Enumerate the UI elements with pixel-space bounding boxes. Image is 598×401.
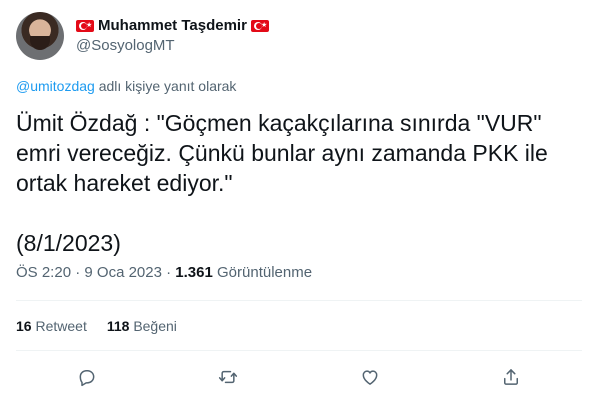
turkey-flag-icon: ★ bbox=[250, 20, 269, 32]
action-bar bbox=[16, 358, 582, 396]
retweet-stat-label: Retweet bbox=[35, 318, 87, 334]
avatar[interactable] bbox=[16, 12, 64, 60]
tweet-time[interactable]: ÖS 2:20 bbox=[16, 264, 71, 281]
author-handle[interactable]: @SosyologMT bbox=[76, 36, 269, 56]
tweet-meta: ÖS 2:20 · 9 Oca 2023 · 1.361 Görüntülenm… bbox=[16, 264, 312, 281]
divider bbox=[16, 300, 582, 301]
like-button[interactable] bbox=[352, 359, 388, 395]
meta-separator: · bbox=[75, 264, 81, 281]
tweet-header: ★ Muhammet Taşdemir ★ @SosyologMT bbox=[16, 12, 269, 60]
retweet-count: 16 bbox=[16, 318, 32, 334]
reply-mention-link[interactable]: @umitozdag bbox=[16, 78, 95, 94]
reply-button[interactable] bbox=[69, 359, 105, 395]
like-stat[interactable]: 118 Beğeni bbox=[107, 318, 177, 334]
author-name-row[interactable]: ★ Muhammet Taşdemir ★ bbox=[76, 16, 269, 36]
tweet-date[interactable]: 9 Oca 2023 bbox=[84, 264, 162, 281]
like-count: 118 bbox=[106, 318, 130, 334]
share-icon bbox=[504, 369, 519, 385]
meta-separator: · bbox=[166, 264, 172, 281]
replying-to-label: adlı kişiye yanıt olarak bbox=[94, 78, 237, 94]
author-block: ★ Muhammet Taşdemir ★ @SosyologMT bbox=[76, 16, 269, 56]
author-name[interactable]: Muhammet Taşdemir bbox=[98, 16, 247, 36]
divider bbox=[16, 350, 582, 351]
turkey-flag-icon: ★ bbox=[76, 20, 94, 32]
retweet-button[interactable] bbox=[210, 359, 246, 395]
reply-icon bbox=[79, 370, 95, 387]
view-count-label: Görüntülenme bbox=[217, 264, 313, 281]
like-stat-label: Beğeni bbox=[133, 318, 177, 334]
view-count: 1.361 bbox=[175, 264, 213, 281]
replying-to: @umitozdag adlı kişiye yanıt olarak bbox=[16, 78, 236, 94]
heart-icon bbox=[362, 370, 378, 385]
retweet-stat[interactable]: 16 Retweet bbox=[16, 318, 87, 334]
tweet-stats: 16 Retweet 118 Beğeni bbox=[16, 318, 177, 334]
tweet-text: Ümit Özdağ : "Göçmen kaçakçılarına sınır… bbox=[16, 110, 548, 256]
share-button[interactable] bbox=[493, 359, 529, 395]
retweet-icon bbox=[219, 370, 238, 384]
